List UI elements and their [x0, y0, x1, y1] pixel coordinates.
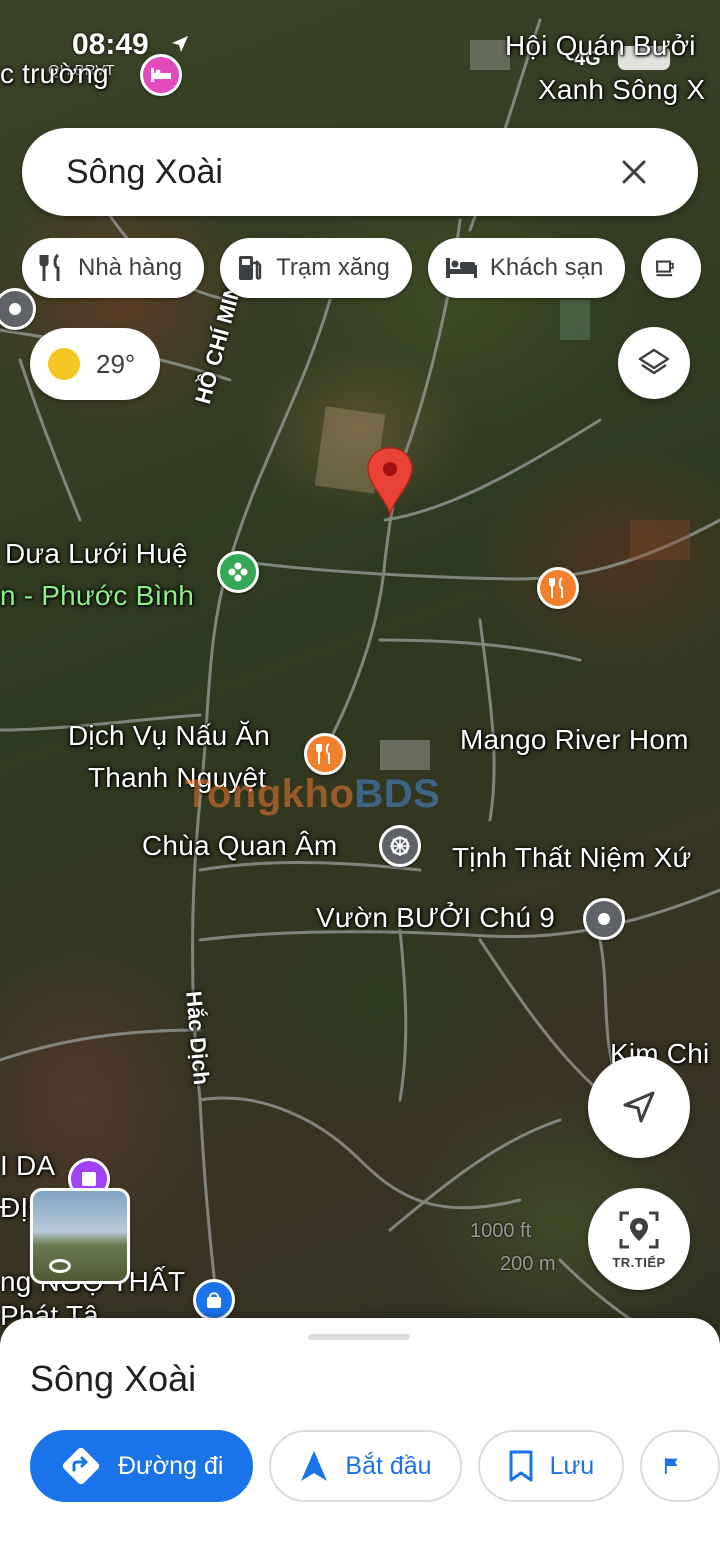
shopping-bag-poi-icon[interactable] — [193, 1279, 235, 1321]
bottom-sheet[interactable]: Sông Xoài Đường đi Bắt đầu Lưu — [0, 1318, 720, 1565]
restaurant-poi-icon[interactable] — [537, 567, 579, 609]
directions-button[interactable]: Đường đi — [30, 1430, 254, 1502]
map-label[interactable]: Vườn BƯỞI Chú 9 — [316, 902, 555, 934]
restaurant-icon — [39, 253, 60, 281]
location-pin-icon[interactable] — [366, 446, 414, 523]
layers-icon — [638, 348, 670, 375]
map-label[interactable]: Chùa Quan Âm — [142, 830, 337, 862]
map-label-green[interactable]: Dưa Lưới Huệ — [5, 538, 188, 570]
location-arrow-icon — [170, 34, 190, 59]
chip-restaurants[interactable]: Nhà hàng — [22, 238, 205, 298]
directions-icon — [62, 1447, 100, 1485]
directions-label: Đường đi — [118, 1451, 224, 1480]
live-view-icon — [619, 1211, 659, 1248]
live-view-button[interactable]: TR.TIẾP — [588, 1188, 690, 1290]
flag-icon — [665, 1458, 678, 1474]
chip-hotels[interactable]: Khách sạn — [427, 238, 626, 298]
flower-poi-icon[interactable] — [217, 551, 259, 593]
navigation-arrow-icon — [623, 1091, 655, 1123]
layers-button[interactable] — [618, 327, 690, 399]
map-label[interactable]: Xanh Sông X — [538, 74, 705, 106]
chip-label: Khách sạn — [489, 254, 604, 281]
close-button[interactable] — [614, 152, 654, 192]
map-label[interactable]: Tịnh Thất Niệm Xứ — [452, 842, 692, 874]
close-icon — [622, 160, 646, 184]
sun-icon — [48, 348, 80, 380]
start-button[interactable]: Bắt đầu — [269, 1430, 462, 1502]
scale-ft: 1000 ft — [470, 1220, 532, 1242]
map-label[interactable]: Mango River Hom — [460, 724, 689, 756]
temperature: 29° — [96, 348, 136, 379]
restaurant-poi-icon[interactable] — [304, 733, 346, 775]
save-label: Lưu — [549, 1451, 595, 1480]
street-view-thumbnail[interactable] — [30, 1188, 130, 1284]
chip-more[interactable] — [641, 238, 702, 298]
hotel-icon — [445, 258, 477, 278]
search-input[interactable]: Sông Xoài — [66, 153, 614, 192]
map-scale: 1000 ft 200 m — [470, 1220, 556, 1276]
bookmark-icon — [509, 1450, 533, 1482]
map-label[interactable]: I DA — [0, 1150, 55, 1182]
chip-gas-stations[interactable]: Trạm xăng — [220, 238, 412, 298]
my-location-button[interactable] — [588, 1056, 690, 1158]
search-bar[interactable]: Sông Xoài — [22, 128, 698, 216]
chip-label: Nhà hàng — [78, 254, 183, 281]
hotel-poi-icon[interactable] — [140, 54, 182, 96]
map-label[interactable]: Hội Quán Bưởi — [505, 30, 696, 62]
start-label: Bắt đầu — [345, 1451, 432, 1480]
map-label[interactable]: c trường — [0, 58, 109, 90]
place-poi-icon[interactable] — [583, 898, 625, 940]
coffee-icon — [656, 260, 675, 277]
weather-badge[interactable]: 29° — [30, 328, 160, 400]
navigation-icon — [301, 1451, 328, 1481]
watermark-part2: BDS — [354, 772, 441, 816]
more-action-button[interactable] — [640, 1430, 720, 1502]
sheet-drag-handle[interactable] — [308, 1334, 410, 1340]
scale-m: 200 m — [500, 1253, 556, 1275]
chip-label: Trạm xăng — [276, 254, 390, 281]
watermark-part1: Tongkho — [185, 772, 355, 816]
action-buttons: Đường đi Bắt đầu Lưu — [30, 1430, 720, 1502]
map-label-green[interactable]: n - Phước Bình — [0, 580, 194, 612]
save-button[interactable]: Lưu — [477, 1430, 625, 1502]
status-time: 08:49 — [72, 28, 149, 61]
place-title: Sông Xoài — [30, 1358, 197, 1399]
watermark: TongkhoBDS — [185, 772, 440, 817]
category-chips: Nhà hàng Trạm xăng Khách sạn — [22, 238, 702, 298]
live-view-label: TR.TIẾP — [612, 1254, 666, 1270]
temple-poi-icon[interactable] — [379, 825, 421, 867]
gas-station-icon — [239, 256, 262, 280]
street-view-icon — [49, 1259, 71, 1273]
map-label[interactable]: Dịch Vụ Nấu Ăn — [68, 720, 270, 752]
